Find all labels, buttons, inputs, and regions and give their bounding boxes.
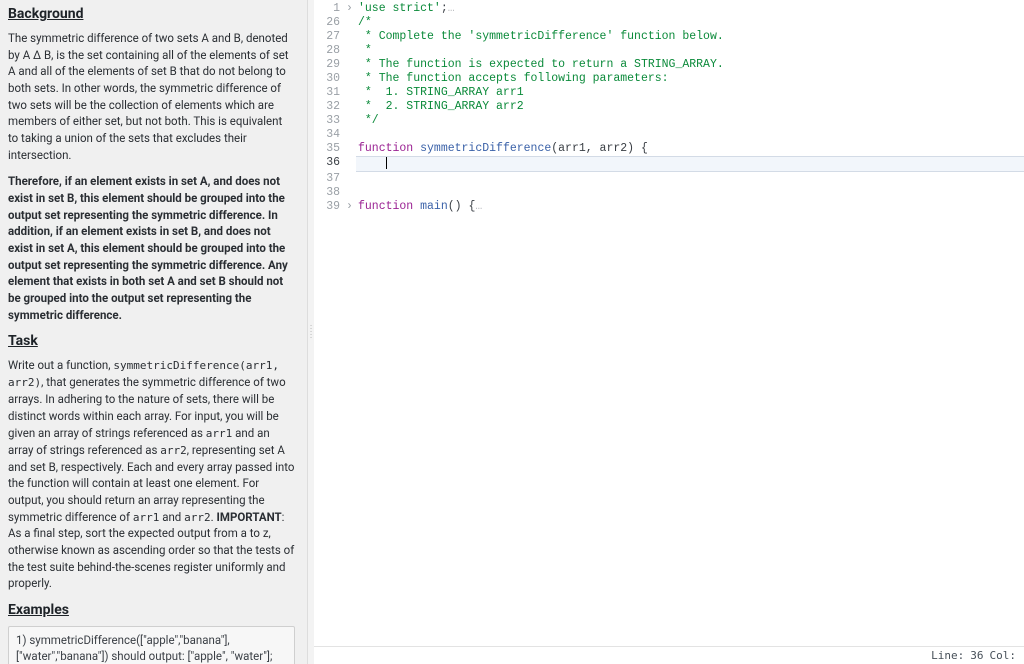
line-number: 32: [314, 100, 346, 114]
paragraph-background-2: Therefore, if an element exists in set A…: [8, 173, 295, 323]
fold-toggle-icon: [346, 156, 356, 172]
code-line[interactable]: 35 function symmetricDifference(arr1, arr…: [314, 142, 1024, 156]
line-number: 30: [314, 72, 346, 86]
fold-toggle-icon: [346, 16, 356, 30]
fold-toggle-icon[interactable]: ›: [346, 2, 356, 16]
status-line-label: Line:: [931, 649, 964, 662]
heading-background: Background: [8, 6, 295, 22]
code-line[interactable]: 38: [314, 186, 1024, 200]
example-item: 1) symmetricDifference(["apple","banana"…: [9, 627, 294, 664]
code-content[interactable]: 'use strict';…: [356, 2, 1024, 16]
fold-toggle-icon: [346, 86, 356, 100]
text-cursor: [386, 157, 387, 169]
line-number: 36: [314, 156, 346, 172]
line-number: 27: [314, 30, 346, 44]
task-text: Write out a function,: [8, 358, 113, 372]
code-content[interactable]: */: [356, 114, 1024, 128]
code-editor[interactable]: 1›'use strict';…26/*27 * Complete the 's…: [314, 0, 1024, 646]
editor-panel: 1›'use strict';…26/*27 * Complete the 's…: [314, 0, 1024, 664]
line-number: 31: [314, 86, 346, 100]
paragraph-background-1: The symmetric difference of two sets A a…: [8, 30, 295, 163]
code-line[interactable]: 26 /*: [314, 16, 1024, 30]
code-line[interactable]: 27 * Complete the 'symmetricDifference' …: [314, 30, 1024, 44]
line-number: 28: [314, 44, 346, 58]
code-content[interactable]: [356, 186, 1024, 200]
line-number: 33: [314, 114, 346, 128]
code-line[interactable]: 36: [314, 156, 1024, 172]
fold-toggle-icon: [346, 58, 356, 72]
code-content[interactable]: [356, 156, 1024, 172]
fold-toggle-icon: [346, 142, 356, 156]
examples-list: 1) symmetricDifference(["apple","banana"…: [8, 626, 295, 664]
task-code-arr1: arr1: [206, 427, 233, 440]
heading-examples: Examples: [8, 602, 295, 618]
code-content[interactable]: * 1. STRING_ARRAY arr1: [356, 86, 1024, 100]
task-code-arr2: arr2: [184, 511, 211, 524]
fold-toggle-icon: [346, 44, 356, 58]
code-line[interactable]: 33 */: [314, 114, 1024, 128]
task-important: IMPORTANT: [217, 510, 282, 524]
code-content[interactable]: * 2. STRING_ARRAY arr2: [356, 100, 1024, 114]
code-line[interactable]: 32 * 2. STRING_ARRAY arr2: [314, 100, 1024, 114]
status-bar: Line: 36 Col:: [314, 646, 1024, 664]
line-number: 37: [314, 172, 346, 186]
code-content[interactable]: *: [356, 44, 1024, 58]
line-number: 1: [314, 2, 346, 16]
status-line-value: 36: [970, 649, 983, 662]
code-content[interactable]: * The function is expected to return a S…: [356, 58, 1024, 72]
code-content[interactable]: function main() {…: [356, 200, 1024, 214]
code-line[interactable]: 31 * 1. STRING_ARRAY arr1: [314, 86, 1024, 100]
code-line[interactable]: 1›'use strict';…: [314, 2, 1024, 16]
line-number: 39: [314, 200, 346, 214]
code-content[interactable]: [356, 172, 1024, 186]
problem-panel: Background The symmetric difference of t…: [0, 0, 308, 664]
code-content[interactable]: /*: [356, 16, 1024, 30]
task-code-arr2: arr2: [160, 444, 187, 457]
line-number: 38: [314, 186, 346, 200]
heading-task: Task: [8, 333, 295, 349]
line-number: 34: [314, 128, 346, 142]
code-content[interactable]: function symmetricDifference(arr1, arr2)…: [356, 142, 1024, 156]
code-line[interactable]: 34: [314, 128, 1024, 142]
fold-toggle-icon: [346, 186, 356, 200]
code-line[interactable]: 29 * The function is expected to return …: [314, 58, 1024, 72]
task-code-arr1: arr1: [133, 511, 160, 524]
task-text: and: [159, 510, 184, 524]
code-line[interactable]: 39›function main() {…: [314, 200, 1024, 214]
fold-toggle-icon: [346, 172, 356, 186]
line-number: 29: [314, 58, 346, 72]
fold-toggle-icon: [346, 114, 356, 128]
fold-toggle-icon: [346, 100, 356, 114]
code-content[interactable]: * The function accepts following paramet…: [356, 72, 1024, 86]
code-line[interactable]: 37: [314, 172, 1024, 186]
code-content[interactable]: * Complete the 'symmetricDifference' fun…: [356, 30, 1024, 44]
fold-toggle-icon[interactable]: ›: [346, 200, 356, 214]
code-content[interactable]: [356, 128, 1024, 142]
paragraph-task: Write out a function, symmetricDifferenc…: [8, 357, 295, 592]
fold-toggle-icon: [346, 72, 356, 86]
status-col-label: Col:: [990, 649, 1017, 662]
code-line[interactable]: 28 *: [314, 44, 1024, 58]
fold-toggle-icon: [346, 128, 356, 142]
line-number: 35: [314, 142, 346, 156]
line-number: 26: [314, 16, 346, 30]
drag-handle-icon: ·····: [310, 325, 313, 340]
app-root: Background The symmetric difference of t…: [0, 0, 1024, 664]
code-line[interactable]: 30 * The function accepts following para…: [314, 72, 1024, 86]
fold-toggle-icon: [346, 30, 356, 44]
